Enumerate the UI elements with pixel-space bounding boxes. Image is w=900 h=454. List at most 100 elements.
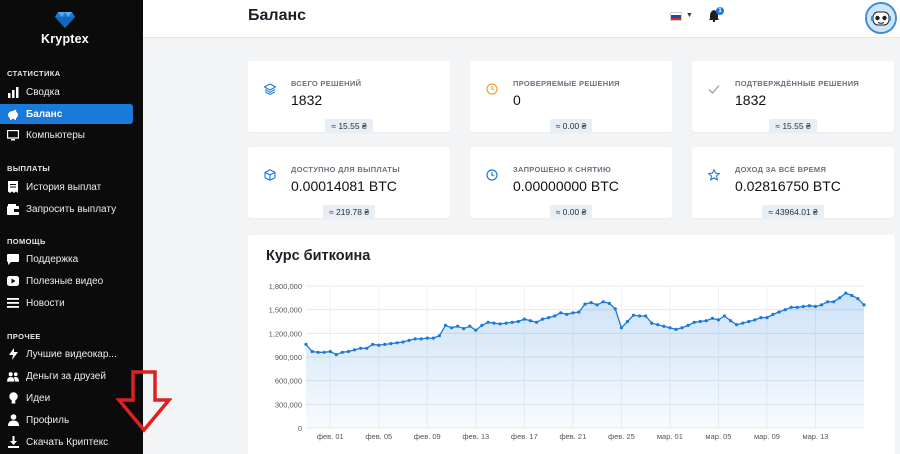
sidebar-item-news[interactable]: Новости bbox=[0, 293, 133, 313]
data-point bbox=[819, 303, 824, 307]
user-icon bbox=[7, 414, 19, 426]
sidebar-item-balance[interactable]: Баланс bbox=[0, 104, 133, 124]
data-point bbox=[795, 305, 799, 309]
data-point bbox=[559, 311, 563, 315]
data-point bbox=[613, 307, 617, 311]
bolt-icon bbox=[7, 348, 19, 360]
x-tick-label: фев. 21 bbox=[559, 432, 586, 441]
sidebar-item-referrals[interactable]: Деньги за друзей bbox=[0, 366, 133, 386]
data-point bbox=[340, 350, 344, 354]
lightbulb-icon bbox=[7, 392, 19, 404]
stat-label: ПОДТВЕРЖДЁННЫЕ РЕШЕНИЯ bbox=[735, 79, 860, 88]
sidebar-item-download[interactable]: Скачать Криптекс bbox=[0, 432, 133, 452]
data-point bbox=[462, 327, 466, 331]
sidebar-item-videos[interactable]: Полезные видео bbox=[0, 271, 133, 291]
y-tick-label: 600,000 bbox=[275, 377, 302, 386]
data-point bbox=[844, 291, 848, 295]
stat-label: ПРОВЕРЯЕМЫЕ РЕШЕНИЯ bbox=[513, 79, 620, 88]
diamond-icon bbox=[55, 12, 75, 28]
avatar[interactable] bbox=[865, 2, 897, 34]
download-icon bbox=[7, 436, 19, 448]
data-point bbox=[437, 334, 441, 338]
data-point bbox=[753, 318, 757, 322]
sidebar-item-label: Профиль bbox=[26, 414, 70, 426]
series-area bbox=[306, 293, 864, 428]
data-point bbox=[862, 303, 866, 307]
data-point bbox=[686, 323, 690, 327]
x-tick-label: фев. 09 bbox=[414, 432, 441, 441]
x-tick-label: фев. 01 bbox=[317, 432, 344, 441]
stat-card-pending-shares: ПРОВЕРЯЕМЫЕ РЕШЕНИЯ 0 ≈ 0.00 ₴ bbox=[470, 61, 672, 133]
y-tick-label: 300,000 bbox=[275, 400, 302, 409]
sidebar-item-label: Лучшие видеокар... bbox=[26, 348, 117, 360]
stat-equiv-badge: ≈ 0.00 ₴ bbox=[549, 119, 593, 133]
list-icon bbox=[7, 297, 19, 309]
sidebar-item-summary[interactable]: Сводка bbox=[0, 82, 133, 102]
sidebar-item-best-gpus[interactable]: Лучшие видеокар... bbox=[0, 344, 133, 364]
stat-value: 1832 bbox=[291, 92, 323, 108]
clock-icon bbox=[486, 169, 498, 181]
sidebar-item-label: Компьютеры bbox=[26, 129, 85, 141]
stat-value: 0.00014081 BTC bbox=[291, 178, 397, 194]
data-point bbox=[425, 336, 429, 340]
data-point bbox=[334, 353, 338, 357]
red-arrow-down-icon bbox=[116, 370, 172, 433]
x-tick-label: мар. 05 bbox=[705, 432, 731, 441]
data-point bbox=[565, 312, 569, 316]
x-tick-label: фев. 13 bbox=[462, 432, 489, 441]
data-point bbox=[741, 321, 745, 325]
section-title-help: ПОМОЩЬ bbox=[7, 237, 46, 246]
sidebar-item-profile[interactable]: Профиль bbox=[0, 410, 133, 430]
y-tick-label: 0 bbox=[298, 424, 302, 433]
data-point bbox=[625, 319, 630, 324]
data-point bbox=[589, 301, 593, 305]
notification-badge: 1 bbox=[716, 7, 724, 15]
section-title-payouts: ВЫПЛАТЫ bbox=[7, 164, 51, 173]
data-point bbox=[638, 314, 642, 318]
data-point bbox=[480, 323, 484, 327]
sidebar-item-ideas[interactable]: Идеи bbox=[0, 388, 133, 408]
chevron-down-icon[interactable]: ▼ bbox=[686, 12, 693, 19]
data-point bbox=[547, 316, 551, 320]
data-point bbox=[729, 319, 733, 323]
bitcoin-rate-chart-card: Курс биткоина 0 300,000 600,000 900,000 1,20… bbox=[248, 235, 895, 454]
data-point bbox=[759, 316, 763, 320]
sidebar-item-request-payout[interactable]: Запросить выплату bbox=[0, 199, 133, 219]
data-point bbox=[450, 326, 454, 330]
monitor-icon bbox=[7, 129, 19, 141]
data-point bbox=[783, 308, 787, 312]
x-tick-label: мар. 09 bbox=[754, 432, 780, 441]
x-tick-label: фев. 25 bbox=[608, 432, 635, 441]
data-point bbox=[692, 320, 696, 324]
stat-card-total-shares: ВСЕГО РЕШЕНИЙ 1832 ≈ 15.55 ₴ bbox=[248, 61, 450, 133]
data-point bbox=[674, 327, 678, 331]
language-flag-icon[interactable] bbox=[670, 12, 682, 21]
sidebar-item-label: Скачать Криптекс bbox=[26, 436, 109, 448]
data-point bbox=[383, 342, 387, 346]
data-point bbox=[540, 317, 545, 321]
data-point bbox=[359, 346, 363, 350]
data-point bbox=[516, 319, 520, 324]
check-icon bbox=[708, 85, 720, 94]
sidebar-item-label: Деньги за друзей bbox=[26, 370, 106, 382]
brand-logo[interactable]: Kryptex bbox=[0, 12, 130, 46]
data-point bbox=[631, 313, 636, 317]
sidebar-item-computers[interactable]: Компьютеры bbox=[0, 125, 133, 145]
data-point bbox=[850, 293, 854, 298]
youtube-icon bbox=[7, 275, 19, 287]
data-point bbox=[668, 326, 672, 330]
y-tick-label: 1,800,000 bbox=[269, 282, 302, 291]
bitcoin-rate-chart: 0 300,000 600,000 900,000 1,200,000 1,500,000… bbox=[269, 282, 866, 441]
sidebar-item-support[interactable]: Поддержка bbox=[0, 249, 133, 269]
data-point bbox=[856, 297, 860, 301]
data-point bbox=[680, 326, 684, 330]
y-tick-label: 900,000 bbox=[275, 353, 302, 362]
data-point bbox=[431, 336, 435, 340]
data-point bbox=[777, 310, 781, 314]
stat-equiv-badge: ≈ 43964.01 ₴ bbox=[762, 205, 824, 219]
data-point bbox=[486, 320, 490, 324]
y-tick-label: 1,200,000 bbox=[269, 329, 302, 338]
data-point bbox=[352, 348, 357, 352]
data-point bbox=[735, 323, 739, 327]
sidebar-item-payout-history[interactable]: История выплат bbox=[0, 177, 133, 197]
